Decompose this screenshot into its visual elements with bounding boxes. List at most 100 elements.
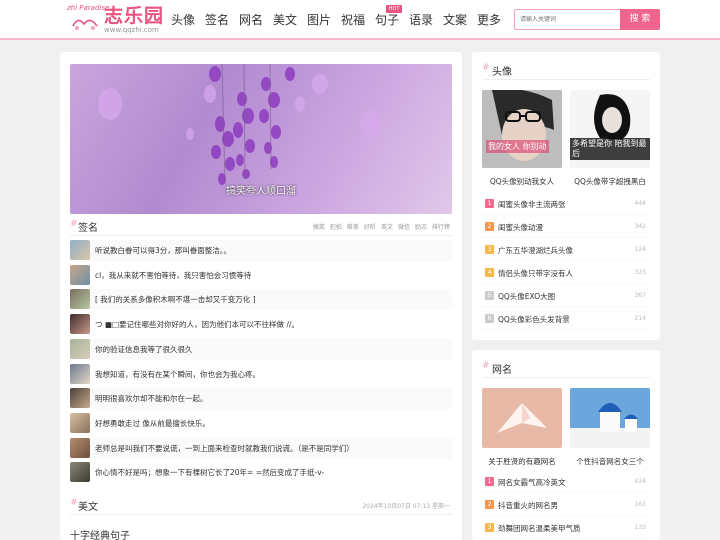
- rank-title[interactable]: QQ头像彩色头发背景: [498, 314, 570, 325]
- avatar-thumb-1-caption[interactable]: QQ头像别动我女人: [478, 176, 566, 187]
- rank-title[interactable]: 抖音重火的网名男: [498, 500, 558, 511]
- avatar-thumb-2-caption[interactable]: QQ头像带字超拽黑白: [566, 176, 654, 187]
- nav-item[interactable]: 网名: [239, 11, 263, 28]
- rank-title[interactable]: 情侣头像只带字没有人: [498, 268, 573, 279]
- nav-item[interactable]: 语录: [409, 11, 433, 28]
- rank-item[interactable]: 3 劲舞团网名温柔美甲气质 133: [482, 517, 650, 539]
- signature-row[interactable]: 好想勇敢走过 像从前最擅长快乐。: [70, 412, 452, 434]
- search-button[interactable]: 搜 索: [620, 9, 660, 30]
- name-panel-title[interactable]: 网名: [492, 361, 512, 376]
- signature-text[interactable]: 你心情不好是吗；想象一下有棵树它长了20年= =然后变成了手纸-v-: [95, 467, 324, 478]
- rank-title[interactable]: 广东五华澄湖烂兵头像: [498, 245, 573, 256]
- site-logo[interactable]: zhi Paradise 志乐园 www.qqzhi.com: [66, 4, 164, 34]
- avatar[interactable]: [70, 412, 90, 433]
- rank-item[interactable]: 5 QQ头像EXO大图 367: [482, 285, 650, 307]
- rank-title[interactable]: 网名女霸气高冷英文: [498, 477, 566, 488]
- avatar-thumb-1[interactable]: 我的女人 你别动: [482, 90, 562, 168]
- woman-portrait-icon: [482, 90, 562, 168]
- signature-row[interactable]: cl，我从来就不害怕等待，我只害怕会习惯等待: [70, 264, 452, 286]
- signature-row[interactable]: [ 我们的关系多像积木啊不堪一击却又千变万化 ]: [70, 289, 452, 311]
- signature-text[interactable]: cl，我从来就不害怕等待，我只害怕会习惯等待: [95, 270, 251, 281]
- signature-row[interactable]: 听说教白眷可以得3分，那叫眷面整洁。。: [70, 240, 452, 261]
- signature-text[interactable]: 我想知道，有没有在某个瞬间，你也会为我心疼。: [95, 369, 260, 380]
- search-input[interactable]: [514, 9, 620, 30]
- sidebar-avatar-panel: # 头像 我的女人 你别动 多希望是你 陪我到最后 QQ头像别动我女人 QQ头像…: [472, 52, 660, 340]
- nav-item[interactable]: 祝福: [341, 11, 365, 28]
- signature-text[interactable]: 好想勇敢走过 像从前最擅长快乐。: [95, 418, 210, 429]
- signature-tag[interactable]: 排行榜: [432, 224, 450, 231]
- name-thumb-2-caption[interactable]: 个性抖音网名女三个: [566, 456, 654, 467]
- rank-title[interactable]: 劲舞团网名温柔美甲气质: [498, 523, 581, 534]
- name-thumb-1-caption[interactable]: 关于胜贤的有趣网名: [478, 456, 566, 467]
- nav-item[interactable]: 签名: [205, 11, 229, 28]
- signature-tag[interactable]: 唯美: [347, 224, 359, 231]
- avatar[interactable]: [70, 363, 90, 384]
- signature-text[interactable]: 听说教白眷可以得3分，那叫眷面整洁。。: [95, 245, 231, 256]
- logo-url: www.qqzhi.com: [104, 26, 159, 34]
- signature-text[interactable]: 你的验证信息我等了很久很久: [95, 344, 193, 355]
- rank-item[interactable]: 1 闺蜜头像非主流两张 444: [482, 193, 650, 215]
- thumb-overlay-text: 我的女人 你别动: [486, 140, 549, 153]
- signature-tag[interactable]: 好听: [364, 224, 376, 231]
- avatar-panel-title[interactable]: 头像: [492, 63, 512, 78]
- signature-row[interactable]: 你心情不好是吗；想象一下有棵树它长了20年= =然后变成了手纸-v-: [70, 462, 452, 484]
- signature-tag[interactable]: 励志: [415, 224, 427, 231]
- rank-number: 3: [485, 523, 494, 532]
- avatar[interactable]: [70, 264, 90, 285]
- logo-mark-icon: [72, 19, 98, 30]
- avatar[interactable]: [70, 462, 90, 483]
- meiwen-section-header: # 美文 2024年10月07日 07:13 星期一: [70, 495, 452, 515]
- rank-item[interactable]: 2 抖音重火的网名男 161: [482, 494, 650, 516]
- signature-text[interactable]: 老师总是叫我们不要说谎，一到上面来检查时就教我们说谎。（是不是同学们）: [95, 443, 354, 454]
- rank-item[interactable]: 4 情侣头像只带字没有人 323: [482, 262, 650, 284]
- rank-title[interactable]: 闺蜜头像非主流两张: [498, 199, 566, 210]
- rank-title[interactable]: 闺蜜头像动漫: [498, 222, 543, 233]
- nav-item[interactable]: 句子: [375, 11, 399, 28]
- rank-count: 161: [634, 501, 646, 508]
- nav-item[interactable]: 文案: [443, 11, 467, 28]
- rank-item[interactable]: 2 闺蜜头像动漫 342: [482, 216, 650, 238]
- rank-number: 2: [485, 222, 494, 231]
- nav-item[interactable]: 美文: [273, 11, 297, 28]
- banner-image[interactable]: 搞笑夸人顺口溜: [70, 64, 452, 214]
- avatar[interactable]: [70, 289, 90, 310]
- signature-row[interactable]: 明明很喜欢尔却不能和尔在一起。: [70, 388, 452, 410]
- nav-item[interactable]: 图片: [307, 11, 331, 28]
- avatar[interactable]: [70, 240, 90, 260]
- rank-item[interactable]: 3 广东五华澄湖烂兵头像 124: [482, 239, 650, 261]
- name-thumb-1[interactable]: [482, 388, 562, 448]
- banner-caption: 搞笑夸人顺口溜: [226, 186, 296, 197]
- signature-row[interactable]: 你的验证信息我等了很久很久: [70, 338, 452, 360]
- logo-text: 志乐园: [104, 5, 165, 27]
- signature-section-title[interactable]: 签名: [78, 219, 98, 234]
- signature-text[interactable]: 明明很喜欢尔却不能和尔在一起。: [95, 393, 208, 404]
- rank-item[interactable]: 6 QQ头像彩色头发背景 214: [482, 308, 650, 330]
- avatar-panel-header: # 头像: [482, 60, 650, 80]
- avatar[interactable]: [70, 338, 90, 359]
- name-thumb-2[interactable]: [570, 388, 650, 448]
- avatar-thumb-2[interactable]: 多希望是你 陪我到最后: [570, 90, 650, 168]
- nav-item[interactable]: 更多: [477, 11, 501, 28]
- signature-row[interactable]: 老师总是叫我们不要说谎，一到上面来检查时就教我们说谎。（是不是同学们）: [70, 437, 452, 459]
- signature-tag[interactable]: 微信: [398, 224, 410, 231]
- rank-item[interactable]: 1 网名女霸气高冷英文 434: [482, 471, 650, 493]
- signature-tag[interactable]: 搞笑: [313, 224, 325, 231]
- signature-tag[interactable]: 犯拍: [330, 224, 342, 231]
- avatar[interactable]: [70, 388, 90, 409]
- avatar[interactable]: [70, 314, 90, 335]
- signature-row[interactable]: つ ■□要记住哪些对你好的人，因为他们本可以不往样做 //。: [70, 314, 452, 336]
- hash-icon: #: [70, 219, 78, 229]
- meiwen-subtitle[interactable]: 十字经典句子: [70, 527, 130, 540]
- site-header: zhi Paradise 志乐园 www.qqzhi.com 头像 签名 网名 美文图…: [0, 0, 720, 40]
- signature-row[interactable]: 我想知道，有没有在某个瞬间，你也会为我心疼。: [70, 363, 452, 385]
- signature-text[interactable]: つ ■□要记住哪些对你好的人，因为他们本可以不往样做 //。: [95, 319, 299, 330]
- signature-tag[interactable]: 英文: [381, 224, 393, 231]
- rank-title[interactable]: QQ头像EXO大图: [498, 291, 555, 302]
- meiwen-section-title[interactable]: 美文: [78, 498, 98, 513]
- signature-text[interactable]: [ 我们的关系多像积木啊不堪一击却又千变万化 ]: [95, 294, 256, 305]
- avatar[interactable]: [70, 437, 90, 458]
- rank-count: 214: [634, 315, 646, 322]
- rank-number: 4: [485, 268, 494, 277]
- sidebar-name-panel: # 网名 关于胜贤的有趣网名 个性抖音网名女三个 1 网名女霸气高冷英文 434 2 抖…: [472, 350, 660, 540]
- nav-item[interactable]: 头像: [171, 11, 195, 28]
